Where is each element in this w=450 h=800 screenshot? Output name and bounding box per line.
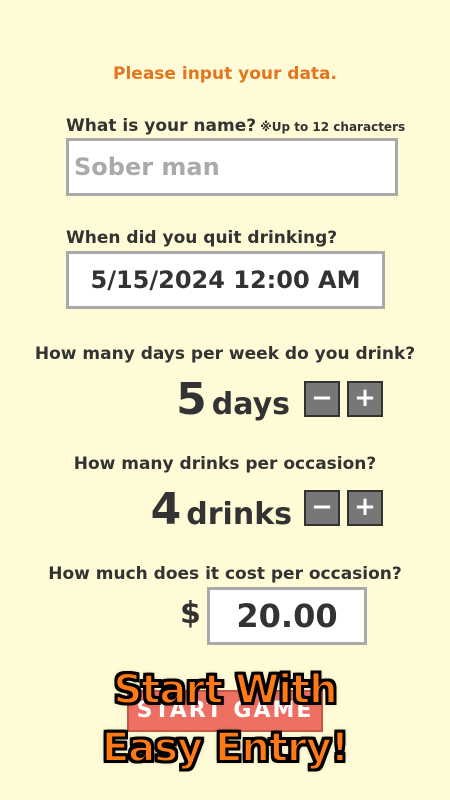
name-label-text: What is your name?: [66, 116, 257, 136]
drinks-increment-button[interactable]: +: [347, 490, 383, 526]
drinks-per-occasion-unit: drinks: [186, 497, 292, 532]
days-per-week-label: How many days per week do you drink?: [34, 344, 416, 364]
name-label: What is your name? ※Up to 12 characters: [66, 116, 405, 136]
days-increment-button[interactable]: +: [347, 381, 383, 417]
currency-symbol: $: [180, 596, 201, 631]
days-decrement-button[interactable]: −: [304, 381, 340, 417]
promo-overlay-line2: Easy Entry!: [101, 725, 350, 771]
days-per-week-value: 5: [176, 374, 207, 425]
start-game-button[interactable]: START GAME: [127, 690, 323, 732]
cost-label: How much does it cost per occasion?: [48, 564, 402, 584]
days-per-week-display: 5 days: [176, 378, 290, 422]
drinks-decrement-button[interactable]: −: [304, 490, 340, 526]
drinks-per-occasion-display: 4 drinks: [151, 488, 292, 532]
quit-date-label: When did you quit drinking?: [66, 228, 338, 248]
name-input[interactable]: Sober man: [66, 138, 398, 196]
name-char-limit-note: ※Up to 12 characters: [260, 120, 406, 134]
page-heading: Please input your data.: [113, 64, 337, 84]
cost-input[interactable]: 20.00: [207, 587, 367, 645]
quit-date-input[interactable]: 5/15/2024 12:00 AM: [66, 251, 385, 309]
drinks-per-occasion-value: 4: [150, 484, 182, 535]
drinks-per-occasion-label: How many drinks per occasion?: [73, 454, 377, 474]
days-per-week-unit: days: [211, 387, 290, 422]
